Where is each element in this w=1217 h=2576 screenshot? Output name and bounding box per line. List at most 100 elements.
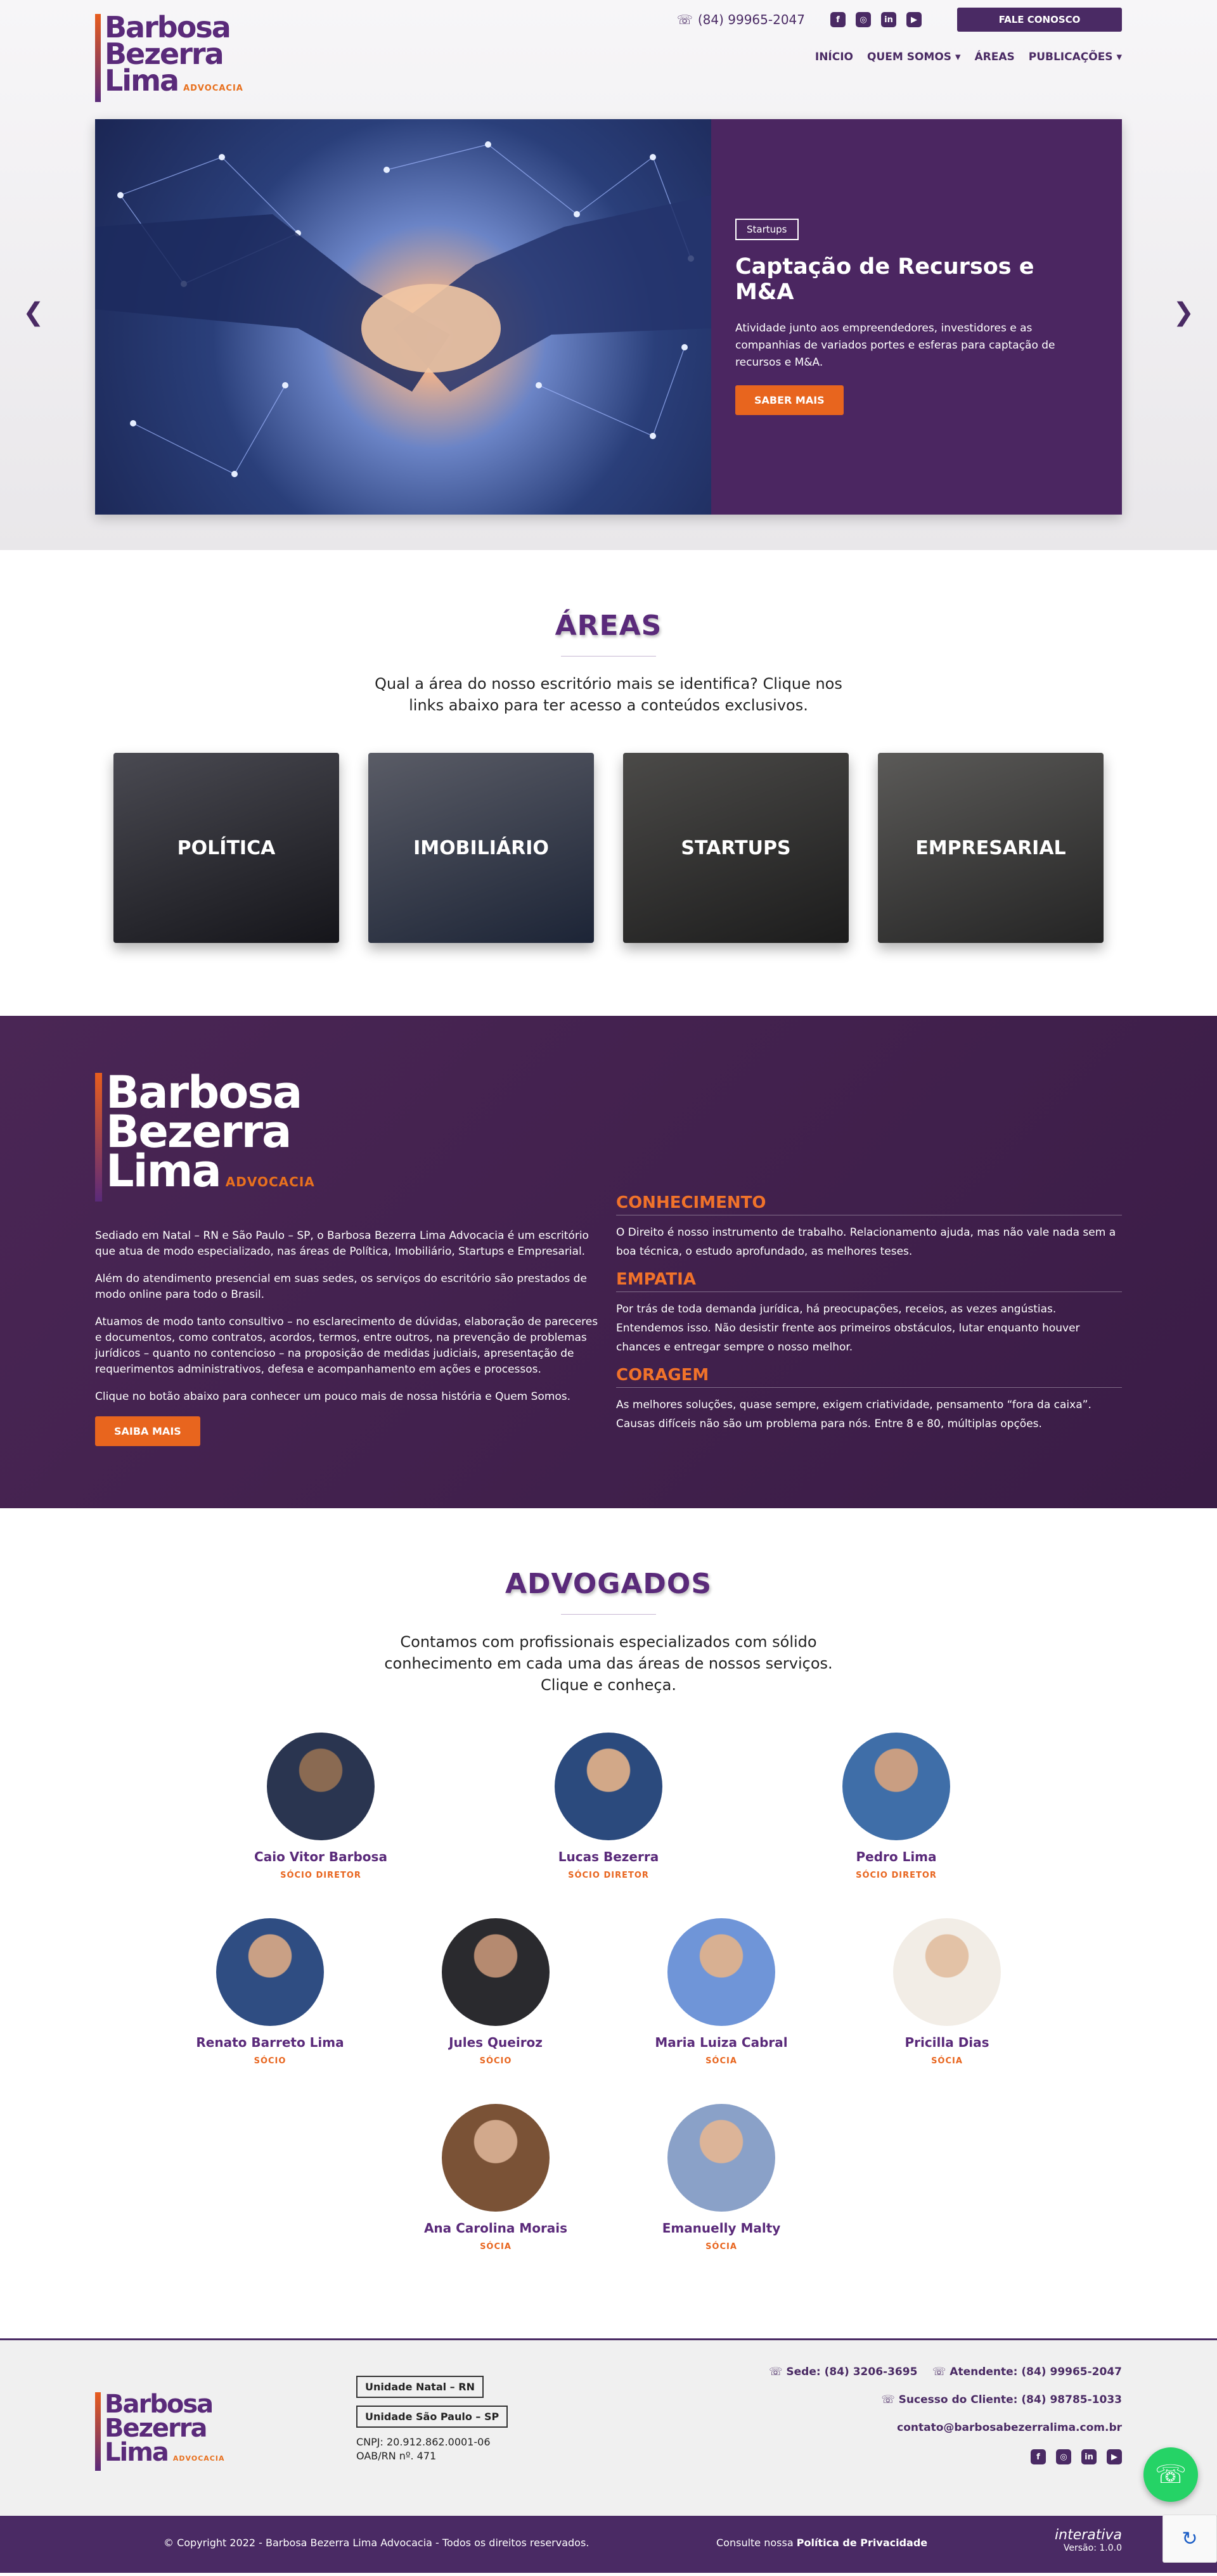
agency-credit: interativa Versão: 1.0.0 [1055, 2527, 1122, 2553]
hero-panel: Startups Captação de Recursos e M&A Ativ… [711, 119, 1122, 515]
footer-logo-line2: Bezerra [105, 2414, 207, 2443]
fale-conosco-button[interactable]: FALE CONOSCO [957, 8, 1122, 32]
member-name: Renato Barreto Lima [196, 2035, 344, 2050]
footer-logo[interactable]: Barbosa Bezerra Lima ADVOCACIA [95, 2392, 224, 2471]
unit-natal-button[interactable]: Unidade Natal – RN [356, 2376, 484, 2398]
site-logo[interactable]: Barbosa Bezerra Lima ADVOCACIA [95, 13, 243, 102]
nav-areas[interactable]: ÁREAS [974, 51, 1014, 63]
logo-bar [95, 14, 101, 102]
whatsapp-icon: ☏ [676, 12, 693, 27]
unit-sao-paulo-button[interactable]: Unidade São Paulo – SP [356, 2406, 508, 2428]
hero-description: Atividade junto aos empreendedores, inve… [735, 322, 1055, 369]
team-member[interactable]: Ana Carolina Morais SÓCIA [383, 2104, 608, 2252]
area-card-politica[interactable]: POLÍTICA [113, 753, 339, 943]
value-title-coragem: CORAGEM [616, 1366, 1122, 1388]
header-phone[interactable]: ☏ (84) 99965-2047 [677, 12, 805, 27]
hero-tag[interactable]: Startups [735, 219, 799, 240]
instagram-icon[interactable]: ◎ [1056, 2449, 1071, 2464]
linkedin-icon[interactable]: in [1081, 2449, 1097, 2464]
team-member[interactable]: Renato Barreto Lima SÓCIO [157, 1918, 383, 2066]
area-card-empresarial[interactable]: EMPRESARIAL [878, 753, 1104, 943]
member-role: SÓCIO DIRETOR [856, 1871, 937, 1880]
facebook-icon[interactable]: f [830, 12, 846, 27]
value-text-empatia: Por trás de toda demanda jurídica, há pr… [616, 1303, 1080, 1354]
nav-publicacoes[interactable]: PUBLICAÇÕES ▾ [1029, 51, 1122, 63]
member-role: SÓCIA [480, 2242, 512, 2252]
about-logo: Barbosa Bezerra Lima ADVOCACIA [95, 1070, 602, 1201]
avatar [442, 1918, 550, 2026]
member-role: SÓCIO DIRETOR [568, 1871, 649, 1880]
member-name: Ana Carolina Morais [423, 2220, 568, 2236]
carousel-next-icon[interactable]: ❯ [1173, 298, 1194, 327]
avatar [442, 2104, 550, 2212]
about-paragraph-2: Além do atendimento presencial em suas s… [95, 1272, 587, 1301]
whatsapp-float-icon[interactable]: ☏ [1143, 2447, 1198, 2502]
footer-sucesso-row: ☏ Sucesso do Cliente: (84) 98785-1033 [769, 2393, 1122, 2406]
member-name: Emanuelly Malty [662, 2220, 781, 2236]
team-member[interactable]: Lucas Bezerra SÓCIO DIRETOR [496, 1733, 721, 1880]
value-title-empatia: EMPATIA [616, 1270, 1122, 1292]
team-member[interactable]: Maria Luiza Cabral SÓCIA [608, 1918, 834, 2066]
team-member[interactable]: Pricilla Dias SÓCIA [834, 1918, 1060, 2066]
handshake-image [95, 119, 711, 515]
saber-mais-button[interactable]: SABER MAIS [735, 385, 844, 415]
privacy-link[interactable]: Política de Privacidade [797, 2537, 927, 2549]
carousel-prev-icon[interactable]: ❮ [23, 298, 44, 327]
area-card-imobiliario[interactable]: IMOBILIÁRIO [368, 753, 594, 943]
hero-carousel: Startups Captação de Recursos e M&A Ativ… [95, 119, 1122, 515]
team-member[interactable]: Caio Vitor Barbosa SÓCIO DIRETOR [208, 1733, 434, 1880]
footer-logo-bar [95, 2392, 101, 2471]
nav-inicio[interactable]: INÍCIO [815, 51, 853, 63]
member-name: Maria Luiza Cabral [655, 2035, 788, 2050]
member-name: Lucas Bezerra [558, 1849, 659, 1864]
about-logo-tagline: ADVOCACIA [225, 1174, 315, 1189]
footer-sede[interactable]: Sede: (84) 3206-3695 [786, 2366, 917, 2378]
area-card-startups[interactable]: STARTUPS [623, 753, 849, 943]
about-left: Barbosa Bezerra Lima ADVOCACIA Sediado em… [95, 1070, 602, 1446]
agency-logo[interactable]: interativa [1055, 2527, 1122, 2543]
footer-logo-line3: Lima ADVOCACIA [105, 2438, 225, 2467]
team-row-3: Ana Carolina Morais SÓCIA Emanuelly Malt… [0, 2104, 1217, 2252]
phone-icon: ☏ [769, 2366, 783, 2378]
avatar [893, 1918, 1001, 2026]
avatar [555, 1733, 662, 1840]
nav-quem-somos[interactable]: QUEM SOMOS ▾ [867, 51, 960, 63]
facebook-icon[interactable]: f [1031, 2449, 1046, 2464]
oab: OAB/RN nº. 471 [356, 2450, 437, 2462]
about-logo-line3: Lima ADVOCACIA [106, 1145, 315, 1197]
footer-sucesso[interactable]: Sucesso do Cliente: (84) 98785-1033 [899, 2393, 1122, 2406]
member-name: Pedro Lima [856, 1849, 937, 1864]
instagram-icon[interactable]: ◎ [856, 12, 871, 27]
team-member[interactable]: Emanuelly Malty SÓCIA [608, 2104, 834, 2252]
youtube-icon[interactable]: ▶ [1107, 2449, 1122, 2464]
main-nav: INÍCIO QUEM SOMOS ▾ ÁREAS PUBLICAÇÕES ▾ [815, 51, 1122, 63]
footer-atendente[interactable]: Atendente: (84) 99965-2047 [950, 2366, 1122, 2378]
youtube-icon[interactable]: ▶ [906, 12, 922, 27]
value-text-coragem: As melhores soluções, quase sempre, exig… [616, 1399, 1091, 1430]
footer: Barbosa Bezerra Lima ADVOCACIA Unidade Na… [0, 2338, 1217, 2516]
logo-line3: Lima ADVOCACIA [105, 63, 243, 98]
member-role: SÓCIO [479, 2056, 512, 2066]
header: Barbosa Bezerra Lima ADVOCACIA ☏ (84) 999… [95, 0, 1122, 114]
areas-title: ÁREAS [555, 610, 662, 642]
hero-title: Captação de Recursos e M&A [735, 254, 1034, 305]
team-row-1: Caio Vitor Barbosa SÓCIO DIRETOR Lucas B… [0, 1733, 1217, 1880]
team-section: ADVOGADOS Contamos com profissionais esp… [0, 1508, 1217, 2338]
bottom-bar: © Copyright 2022 - Barbosa Bezerra Lima … [0, 2516, 1217, 2573]
saiba-mais-button[interactable]: SAIBA MAIS [95, 1416, 200, 1446]
about-paragraph-4: Clique no botão abaixo para conhecer um … [95, 1390, 571, 1403]
avatar [667, 1918, 775, 2026]
areas-subtitle: Qual a área do nosso escritório mais se … [375, 675, 842, 714]
about-section: Barbosa Bezerra Lima ADVOCACIA Sediado em… [0, 1016, 1217, 1508]
area-cards: POLÍTICA IMOBILIÁRIO STARTUPS EMPRESARIA… [0, 753, 1217, 943]
team-member[interactable]: Pedro Lima SÓCIO DIRETOR [783, 1733, 1009, 1880]
linkedin-icon[interactable]: in [881, 12, 896, 27]
avatar [667, 2104, 775, 2212]
team-divider [561, 1614, 656, 1615]
footer-email[interactable]: contato@barbosabezerralima.com.br [769, 2421, 1122, 2434]
privacy-text: Consulte nossa Política de Privacidade [716, 2537, 928, 2549]
value-title-conhecimento: CONHECIMENTO [616, 1193, 1122, 1215]
recaptcha-icon: ↻ [1162, 2515, 1217, 2563]
cnpj: CNPJ: 20.912.862.0001-06 [356, 2436, 491, 2448]
team-member[interactable]: Jules Queiroz SÓCIO [383, 1918, 608, 2066]
